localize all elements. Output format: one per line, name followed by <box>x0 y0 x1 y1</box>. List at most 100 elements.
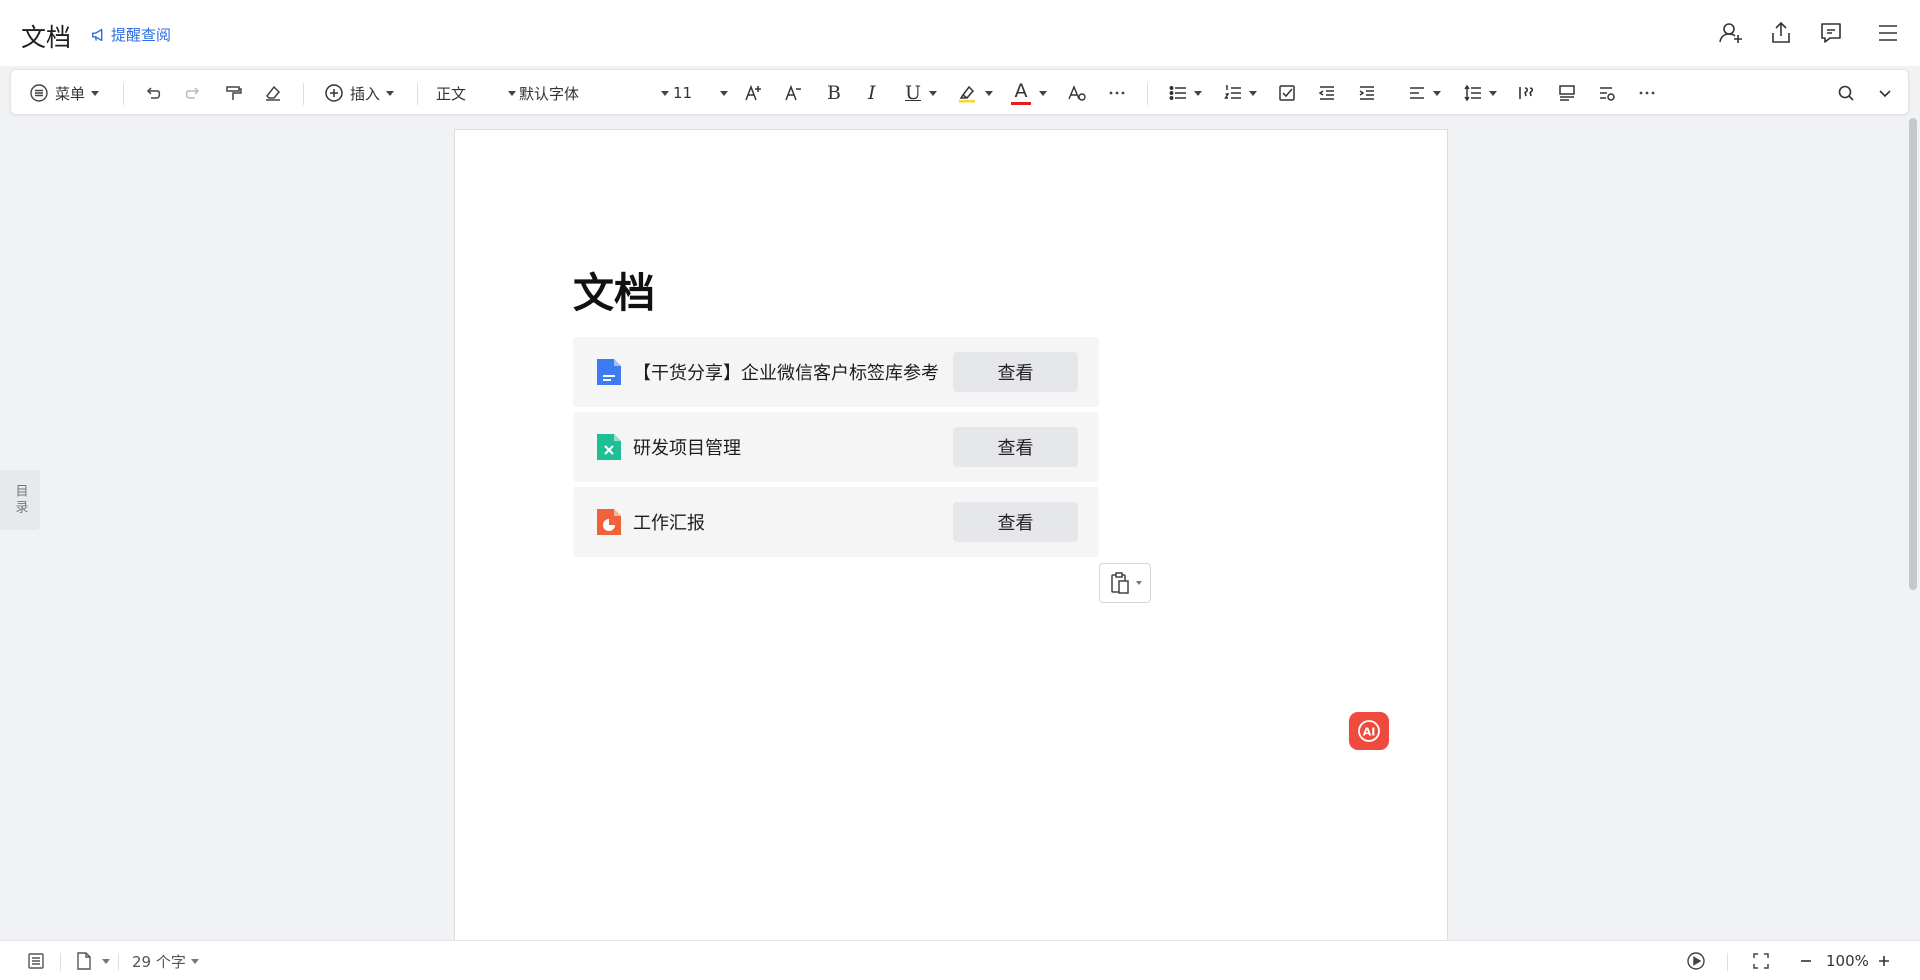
line-spacing-icon <box>1464 84 1481 102</box>
header-actions <box>1706 0 1920 66</box>
document-heading[interactable]: 文档 <box>573 259 655 319</box>
paste-options-button[interactable] <box>1099 563 1151 603</box>
view-button[interactable]: 查看 <box>953 502 1078 542</box>
ai-assistant-button[interactable]: AI <box>1349 712 1389 750</box>
linked-doc-title[interactable]: 研发项目管理 <box>633 434 741 460</box>
line-spacing-button[interactable] <box>1463 78 1497 108</box>
increase-font-button[interactable] <box>743 78 763 108</box>
text-style-icon <box>1068 85 1086 101</box>
zoom-level[interactable]: 100% <box>1826 941 1869 980</box>
decrease-font-button[interactable] <box>783 78 803 108</box>
ai-label: AI <box>1363 726 1376 739</box>
fullscreen-button[interactable] <box>1751 941 1771 980</box>
linked-doc-title[interactable]: 工作汇报 <box>633 509 705 535</box>
underline-button[interactable]: U <box>905 78 938 108</box>
redo-button[interactable] <box>183 78 203 108</box>
add-user-icon <box>1719 23 1742 43</box>
linked-doc-card: 【干货分享】企业微信客户标签库参考 查看 <box>573 337 1099 407</box>
chevron-down-icon <box>1039 90 1047 96</box>
chevron-down-icon <box>102 958 110 964</box>
doc-file-icon <box>597 359 621 385</box>
fullscreen-icon <box>1753 953 1769 969</box>
undo-button[interactable] <box>143 78 163 108</box>
underline-icon: U <box>905 82 922 104</box>
presentation-mode-button[interactable] <box>1686 941 1706 980</box>
font-size-select[interactable]: 11 <box>673 78 728 108</box>
highlighter-icon <box>959 85 975 103</box>
font-family-select[interactable]: 默认字体 <box>519 78 669 108</box>
share-button[interactable] <box>1756 0 1806 66</box>
status-divider <box>1727 953 1728 971</box>
outdent-button[interactable] <box>1317 78 1337 108</box>
eraser-icon <box>266 85 281 101</box>
document-page[interactable]: 文档 【干货分享】企业微信客户标签库参考 查看 研发项目管理 查看 工作汇报 查… <box>454 129 1448 949</box>
zoom-out-button[interactable] <box>1796 941 1816 980</box>
outline-view-button[interactable] <box>26 941 46 980</box>
insert-settings-button[interactable] <box>1597 78 1617 108</box>
toolbar-divider <box>417 83 418 105</box>
indent-button[interactable] <box>1357 78 1377 108</box>
page-setup-button[interactable] <box>74 941 110 980</box>
linked-doc-card: 研发项目管理 查看 <box>573 412 1099 482</box>
menu-button[interactable]: 菜单 <box>29 78 100 108</box>
font-decrease-icon <box>785 84 801 101</box>
comment-icon <box>1821 23 1841 43</box>
redo-icon <box>185 87 200 99</box>
status-bar: 29 个字 100% <box>0 940 1920 980</box>
collapse-toolbar-button[interactable] <box>1875 78 1895 108</box>
formatting-toolbar: 菜单 插入 正文 默认字体 11 B I U A <box>10 69 1909 115</box>
page-icon <box>77 952 91 970</box>
table-of-contents-tab[interactable]: 目录 <box>0 470 40 530</box>
format-painter-icon <box>226 86 242 100</box>
font-color-button[interactable]: A <box>1011 78 1047 108</box>
numbered-list-icon <box>1224 85 1241 99</box>
chevron-down-icon <box>929 90 938 96</box>
add-collaborator-button[interactable] <box>1706 0 1756 66</box>
vertical-scrollbar[interactable] <box>1909 118 1917 590</box>
comment-button[interactable] <box>1806 0 1856 66</box>
document-title[interactable]: 文档 <box>21 18 71 54</box>
numbered-list-button[interactable] <box>1223 78 1257 108</box>
font-color-swatch <box>1011 101 1031 105</box>
megaphone-icon <box>91 28 103 41</box>
linked-doc-title[interactable]: 【干货分享】企业微信客户标签库参考 <box>633 359 939 385</box>
chevron-down-icon <box>1433 90 1441 96</box>
bullet-list-button[interactable] <box>1168 78 1202 108</box>
menu-circle-icon <box>30 84 48 102</box>
search-button[interactable] <box>1836 78 1856 108</box>
word-count: 29 个字 <box>132 952 186 971</box>
bold-button[interactable]: B <box>827 78 841 108</box>
status-divider <box>60 953 61 971</box>
format-painter-button[interactable] <box>223 78 243 108</box>
checklist-button[interactable] <box>1277 78 1297 108</box>
toolbar-divider <box>123 83 124 105</box>
clear-format-button[interactable] <box>263 78 283 108</box>
insert-button[interactable]: 插入 <box>324 78 395 108</box>
play-circle-icon <box>1687 952 1705 970</box>
highlight-block-button[interactable] <box>1557 78 1577 108</box>
text-effect-button[interactable] <box>1067 78 1087 108</box>
indent-icon <box>1359 86 1374 100</box>
zoom-in-button[interactable] <box>1874 941 1894 980</box>
view-button[interactable]: 查看 <box>953 427 1078 467</box>
outdent-icon <box>1318 86 1334 100</box>
italic-button[interactable]: I <box>868 78 876 108</box>
italic-icon: I <box>868 82 876 104</box>
more-format-button[interactable] <box>1107 78 1127 108</box>
paragraph-style-select[interactable]: 正文 <box>436 78 516 108</box>
quote-button[interactable] <box>1517 78 1537 108</box>
hamburger-icon <box>1879 25 1897 41</box>
word-count-button[interactable]: 29 个字 <box>132 941 199 980</box>
more-menu-button[interactable] <box>1856 0 1920 66</box>
reminder-button[interactable]: 提醒查阅 <box>90 24 171 45</box>
highlight-button[interactable] <box>957 78 993 108</box>
view-button[interactable]: 查看 <box>953 352 1078 392</box>
align-button[interactable] <box>1407 78 1441 108</box>
checkbox-icon <box>1279 85 1295 101</box>
app-header: 文档 提醒查阅 <box>0 0 1920 66</box>
clipboard-icon <box>1111 572 1129 594</box>
plus-icon <box>1879 956 1889 966</box>
plus-circle-icon <box>325 84 343 102</box>
reminder-label: 提醒查阅 <box>111 26 172 44</box>
more-tools-button[interactable] <box>1637 78 1657 108</box>
